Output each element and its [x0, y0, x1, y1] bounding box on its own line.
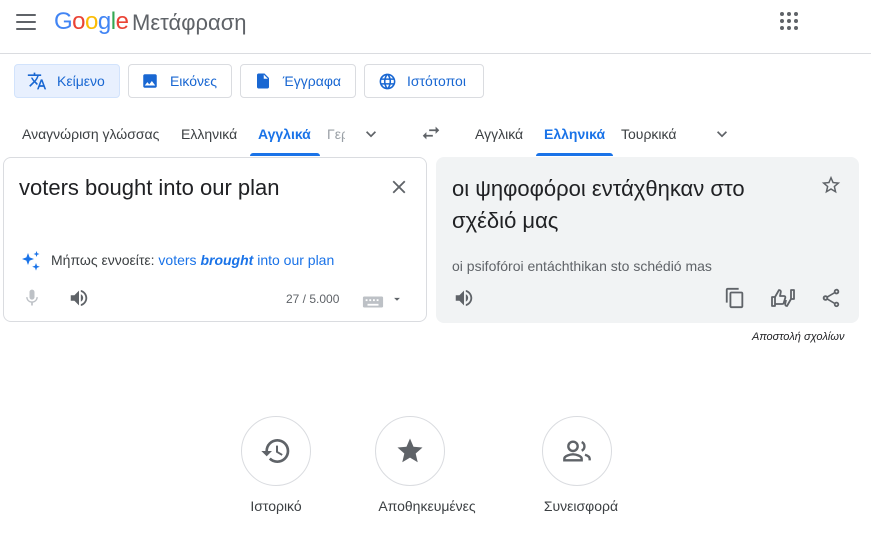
save-translation-star-icon[interactable]	[820, 174, 842, 196]
rate-translation-thumbs-icon[interactable]	[770, 286, 796, 310]
source-more-languages-chevron-down-icon[interactable]	[361, 124, 381, 144]
tab-detect-language[interactable]: Αναγνώριση γλώσσας	[22, 126, 159, 142]
product-name: Μετάφραση	[132, 10, 247, 35]
google-logo[interactable]: Google	[54, 8, 129, 36]
mode-websites-button[interactable]: Ιστότοποι	[364, 64, 484, 98]
share-icon[interactable]	[820, 287, 842, 309]
community-icon	[561, 435, 593, 467]
did-you-mean-suggestion: Μήπως εννοείτε: voters brought into our …	[51, 252, 334, 268]
tab-target-greek[interactable]: Ελληνικά	[544, 126, 605, 142]
history-label: Ιστορικό	[250, 498, 302, 514]
source-text-input[interactable]: voters bought into our plan	[19, 175, 280, 201]
history-button[interactable]	[241, 416, 311, 486]
globe-icon	[377, 71, 397, 91]
source-listen-speaker-icon[interactable]	[68, 287, 90, 309]
keyboard-icon[interactable]	[362, 294, 384, 310]
saved-label: Αποθηκευμένες	[378, 498, 476, 514]
contribute-button[interactable]	[542, 416, 612, 486]
translated-text: οι ψηφοφόροι εντάχθηκαν στο σχέδιό μας	[452, 176, 745, 233]
saved-button[interactable]	[375, 416, 445, 486]
target-more-languages-chevron-down-icon[interactable]	[712, 124, 732, 144]
target-listen-speaker-icon[interactable]	[453, 287, 475, 309]
clear-text-close-icon[interactable]	[388, 176, 410, 198]
translate-icon	[27, 71, 47, 91]
mode-documents-button[interactable]: Έγγραφα	[240, 64, 356, 98]
star-icon	[395, 436, 425, 466]
mode-images-button[interactable]: Εικόνες	[128, 64, 232, 98]
tab-source-english[interactable]: Αγγλικά	[258, 126, 311, 142]
history-icon	[260, 435, 292, 467]
send-feedback-link[interactable]: Αποστολή σχολίων	[752, 331, 844, 343]
app-header	[0, 0, 871, 54]
apps-grid-icon[interactable]	[780, 12, 798, 30]
tab-source-german[interactable]: Γερμανικά	[327, 126, 345, 142]
did-you-mean-label: Μήπως εννοείτε:	[51, 252, 155, 268]
image-icon	[141, 71, 160, 91]
contribute-label: Συνεισφορά	[543, 498, 619, 514]
swap-languages-icon[interactable]	[420, 122, 442, 144]
character-counter: 27 / 5.000	[286, 292, 340, 306]
source-tab-indicator	[250, 153, 320, 156]
suggestion-link[interactable]: voters brought into our plan	[158, 252, 334, 268]
input-tools-dropdown-caret-icon[interactable]	[390, 292, 404, 306]
mode-text-button[interactable]: Κείμενο	[14, 64, 120, 98]
microphone-icon[interactable]	[22, 287, 42, 309]
tab-target-turkish[interactable]: Τουρκικά	[621, 126, 676, 142]
copy-translation-icon[interactable]	[724, 287, 746, 309]
tab-source-greek[interactable]: Ελληνικά	[181, 126, 237, 142]
suggestion-emphasis: brought	[200, 252, 254, 268]
tab-target-english[interactable]: Αγγλικά	[475, 126, 523, 142]
sparkle-icon	[19, 249, 43, 273]
transliteration-text: oi psifofóroi entáchthikan sto schédió m…	[452, 258, 712, 274]
document-icon	[253, 71, 273, 91]
hamburger-menu-icon[interactable]	[16, 14, 36, 32]
target-tab-indicator	[536, 153, 613, 156]
